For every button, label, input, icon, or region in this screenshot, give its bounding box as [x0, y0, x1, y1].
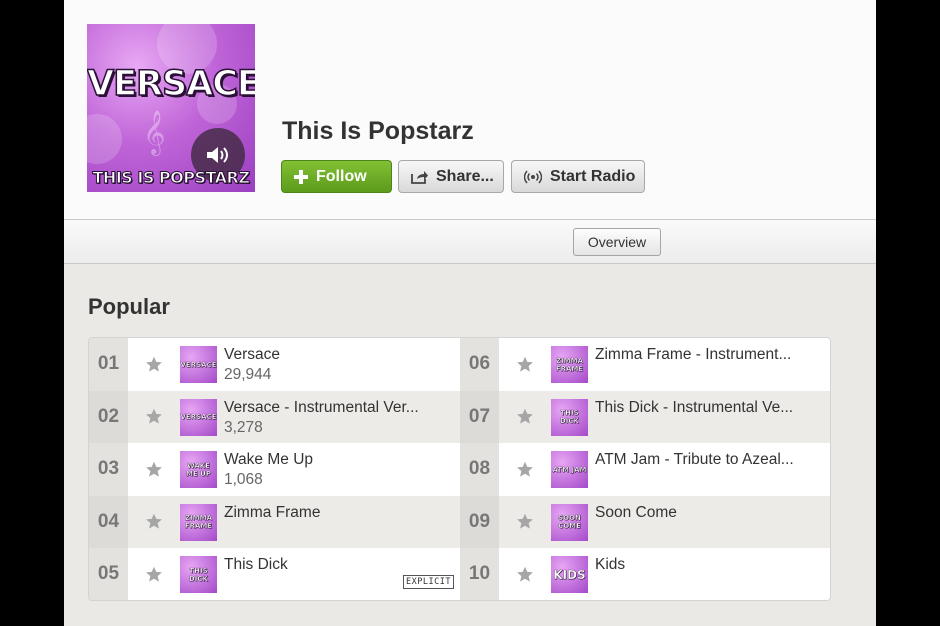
track-play-count: 3,278 — [224, 418, 263, 436]
artist-header: VERSACE 𝄞 THIS IS POPSTARZ This Is Popst… — [64, 0, 876, 219]
follow-button[interactable]: Follow — [281, 160, 392, 193]
share-button[interactable]: Share... — [398, 160, 504, 193]
page-title: This Is Popstarz — [282, 117, 474, 145]
track-play-count: 1,068 — [224, 471, 263, 488]
track-thumbnail: KIDS — [551, 556, 588, 593]
star-icon[interactable] — [499, 338, 551, 391]
track-meta: Soon Come — [595, 504, 820, 522]
star-icon[interactable] — [128, 496, 180, 549]
track-number: 04 — [89, 495, 128, 548]
star-icon[interactable] — [128, 443, 180, 496]
start-radio-button[interactable]: Start Radio — [511, 160, 645, 193]
tab-bar: Overview — [64, 219, 876, 264]
track-thumbnail: THIS DICK — [551, 398, 588, 436]
track-number: 09 — [460, 495, 499, 548]
clef-icon: 𝄞 — [143, 110, 166, 154]
radio-icon — [524, 169, 542, 185]
share-label: Share... — [436, 167, 494, 185]
track-meta: Versace - Instrumental Ver... 3,278 — [224, 399, 449, 438]
star-icon[interactable] — [128, 338, 180, 391]
track-meta: This Dick - Instrumental Ve... — [595, 399, 820, 417]
star-icon[interactable] — [499, 496, 551, 549]
track-row[interactable]: 05 THIS DICK This Dick EXPLICIT — [89, 548, 460, 600]
track-title[interactable]: This Dick - Instrumental Ve... — [595, 399, 820, 417]
track-title[interactable]: Kids — [595, 556, 820, 574]
plus-icon — [294, 169, 308, 184]
track-meta: This Dick — [224, 556, 449, 574]
popular-tracks-list: 01 VERSACE Versace 29,944 02 VERSACE Versace -… — [88, 337, 831, 601]
track-title[interactable]: ATM Jam - Tribute to Azeal... — [595, 451, 820, 469]
track-row[interactable]: 01 VERSACE Versace 29,944 — [89, 338, 460, 391]
track-thumbnail: ATM JAM — [551, 451, 588, 488]
track-number: 01 — [89, 338, 128, 391]
track-thumbnail: THIS DICK — [180, 556, 217, 593]
track-title[interactable]: Zimma Frame — [224, 504, 449, 522]
track-row[interactable]: 03 WAKE ME UP Wake Me Up 1,068 — [89, 443, 460, 496]
track-thumbnail: WAKE ME UP — [180, 451, 217, 488]
track-row[interactable]: 10 KIDS Kids — [460, 548, 830, 600]
track-row[interactable]: 04 ZIMMA FRAME Zimma Frame — [89, 495, 460, 549]
star-icon[interactable] — [128, 391, 180, 444]
cover-title: VERSACE — [87, 63, 255, 105]
track-title[interactable]: Versace — [224, 346, 449, 364]
cover-subtitle: THIS IS POPSTARZ — [92, 168, 250, 188]
star-icon[interactable] — [499, 548, 551, 600]
track-row[interactable]: 08 ATM JAM ATM Jam - Tribute to Azeal... — [460, 443, 830, 496]
track-number: 10 — [460, 548, 499, 600]
track-meta: Versace 29,944 — [224, 346, 449, 385]
follow-label: Follow — [316, 167, 367, 185]
track-row[interactable]: 06 ZIMMA FRAME Zimma Frame - Instrument... — [460, 338, 830, 391]
track-play-count: 29,944 — [224, 366, 272, 383]
track-number: 02 — [89, 390, 128, 443]
star-icon[interactable] — [499, 391, 551, 444]
star-icon[interactable] — [128, 548, 180, 600]
tab-overview[interactable]: Overview — [573, 228, 661, 256]
explicit-badge: EXPLICIT — [403, 575, 454, 589]
speaker-icon — [207, 147, 228, 163]
track-thumbnail: SOON COME — [551, 503, 588, 541]
track-title[interactable]: Zimma Frame - Instrument... — [595, 346, 820, 364]
track-title[interactable]: Soon Come — [595, 504, 820, 522]
share-icon — [411, 170, 428, 184]
track-meta: Zimma Frame - Instrument... — [595, 346, 820, 364]
track-number: 05 — [89, 548, 128, 600]
artist-page: VERSACE 𝄞 THIS IS POPSTARZ This Is Popst… — [64, 0, 876, 626]
track-number: 08 — [460, 443, 499, 496]
track-number: 03 — [89, 443, 128, 496]
track-thumbnail: VERSACE — [180, 346, 217, 383]
popular-column-left: 01 VERSACE Versace 29,944 02 VERSACE Versace -… — [89, 338, 460, 600]
track-meta: ATM Jam - Tribute to Azeal... — [595, 451, 820, 469]
track-meta: Kids — [595, 556, 820, 574]
track-row[interactable]: 07 THIS DICK This Dick - Instrumental Ve..… — [460, 390, 830, 444]
popular-heading: Popular — [88, 294, 170, 319]
popular-column-right: 06 ZIMMA FRAME Zimma Frame - Instrument...… — [460, 338, 830, 600]
radio-label: Start Radio — [550, 167, 636, 185]
track-title[interactable]: This Dick — [224, 556, 449, 574]
track-title[interactable]: Wake Me Up — [224, 451, 449, 469]
track-thumbnail: VERSACE — [180, 398, 217, 436]
artist-cover: VERSACE 𝄞 THIS IS POPSTARZ — [87, 24, 255, 192]
track-meta: Zimma Frame — [224, 504, 449, 522]
track-title[interactable]: Versace - Instrumental Ver... — [224, 399, 449, 417]
track-row[interactable]: 09 SOON COME Soon Come — [460, 495, 830, 549]
track-thumbnail: ZIMMA FRAME — [551, 346, 588, 383]
star-icon[interactable] — [499, 443, 551, 496]
track-meta: Wake Me Up 1,068 — [224, 451, 449, 490]
track-row[interactable]: 02 VERSACE Versace - Instrumental Ver... 3,… — [89, 390, 460, 444]
track-number: 06 — [460, 338, 499, 391]
track-number: 07 — [460, 390, 499, 443]
track-thumbnail: ZIMMA FRAME — [180, 503, 217, 541]
